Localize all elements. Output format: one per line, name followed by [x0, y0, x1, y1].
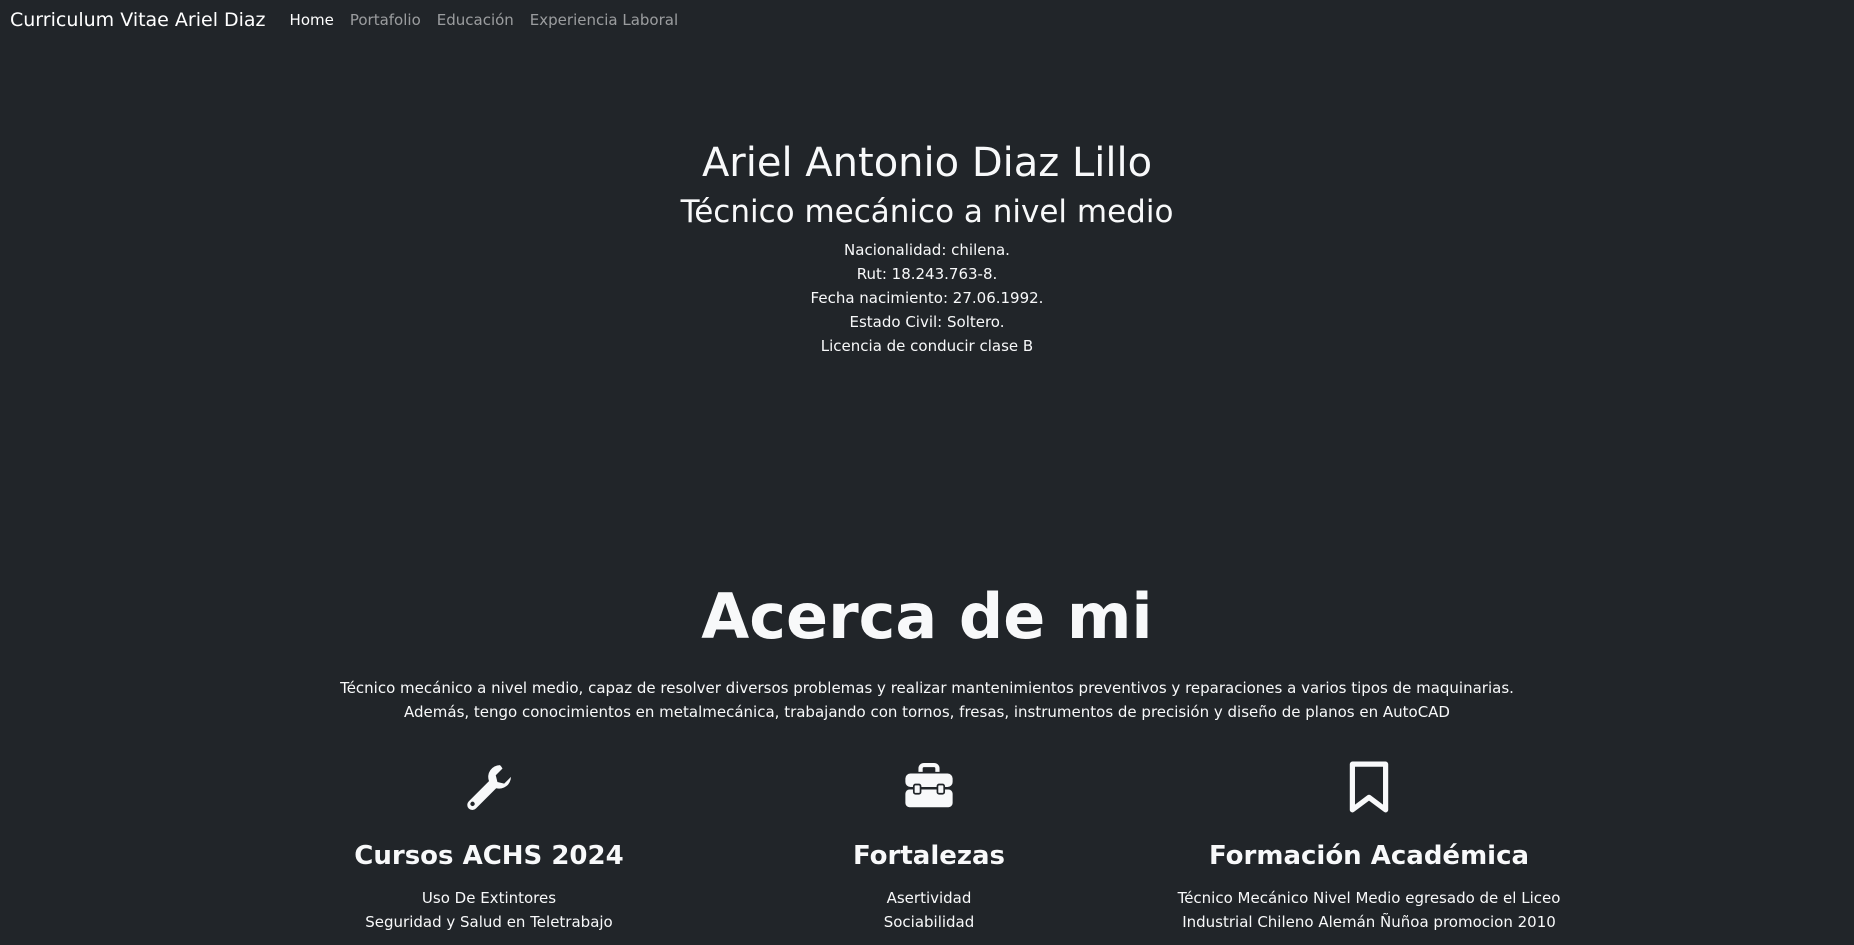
nav-links: Home Portafolio Educación Experiencia La… — [290, 11, 679, 29]
feature-courses-items: Uso De Extintores Seguridad y Salud en T… — [289, 886, 689, 934]
navbar-brand[interactable]: Curriculum Vitae Ariel Diaz — [10, 9, 266, 31]
detail-nationality: Nacionalidad: chilena. — [844, 241, 1010, 259]
feature-academic-item: Industrial Chileno Alemán Ñuñoa promocio… — [1182, 913, 1556, 931]
detail-birthdate: Fecha nacimiento: 27.06.1992. — [810, 289, 1044, 307]
detail-rut: Rut: 18.243.763-8. — [856, 265, 998, 283]
personal-details: Nacionalidad: chilena. Rut: 18.243.763-8… — [0, 238, 1854, 358]
toolbox-icon — [729, 760, 1129, 814]
feature-academic: Formación Académica Técnico Mecánico Niv… — [1169, 760, 1569, 934]
feature-strengths-items: Asertividad Sociabilidad — [729, 886, 1129, 934]
detail-civil-status: Estado Civil: Soltero. — [849, 313, 1005, 331]
feature-academic-items: Técnico Mecánico Nivel Medio egresado de… — [1169, 886, 1569, 934]
feature-strengths: Fortalezas Asertividad Sociabilidad — [729, 760, 1129, 934]
profile-name: Ariel Antonio Diaz Lillo — [701, 140, 1153, 186]
feature-academic-item: Técnico Mecánico Nivel Medio egresado de… — [1177, 889, 1561, 907]
about-section: Acerca de mi Técnico mecánico a nivel me… — [0, 578, 1854, 724]
nav-link-portafolio[interactable]: Portafolio — [350, 11, 421, 29]
feature-strengths-item: Asertividad — [886, 889, 972, 907]
nav-link-educacion[interactable]: Educación — [437, 11, 514, 29]
nav-link-experiencia-laboral[interactable]: Experiencia Laboral — [530, 11, 678, 29]
feature-courses-item: Seguridad y Salud en Teletrabajo — [365, 913, 613, 931]
bookmark-icon — [1169, 760, 1569, 814]
feature-strengths-title: Fortalezas — [852, 841, 1006, 871]
hero-section: Ariel Antonio Diaz Lillo Técnico mecánic… — [0, 136, 1854, 358]
about-heading: Acerca de mi — [701, 580, 1153, 653]
feature-strengths-item: Sociabilidad — [883, 913, 975, 931]
navbar: Curriculum Vitae Ariel Diaz Home Portafo… — [0, 0, 1854, 40]
features-section: Cursos ACHS 2024 Uso De Extintores Segur… — [0, 760, 1854, 945]
detail-driver-license: Licencia de conducir clase B — [820, 337, 1034, 355]
feature-courses-item: Uso De Extintores — [421, 889, 557, 907]
feature-courses: Cursos ACHS 2024 Uso De Extintores Segur… — [289, 760, 689, 934]
profile-title: Técnico mecánico a nivel medio — [680, 194, 1174, 230]
feature-courses-title: Cursos ACHS 2024 — [354, 841, 624, 871]
about-text: Técnico mecánico a nivel medio, capaz de… — [340, 679, 1514, 721]
feature-academic-title: Formación Académica — [1208, 841, 1530, 871]
nav-link-home[interactable]: Home — [290, 11, 334, 29]
wrench-icon — [289, 760, 689, 814]
